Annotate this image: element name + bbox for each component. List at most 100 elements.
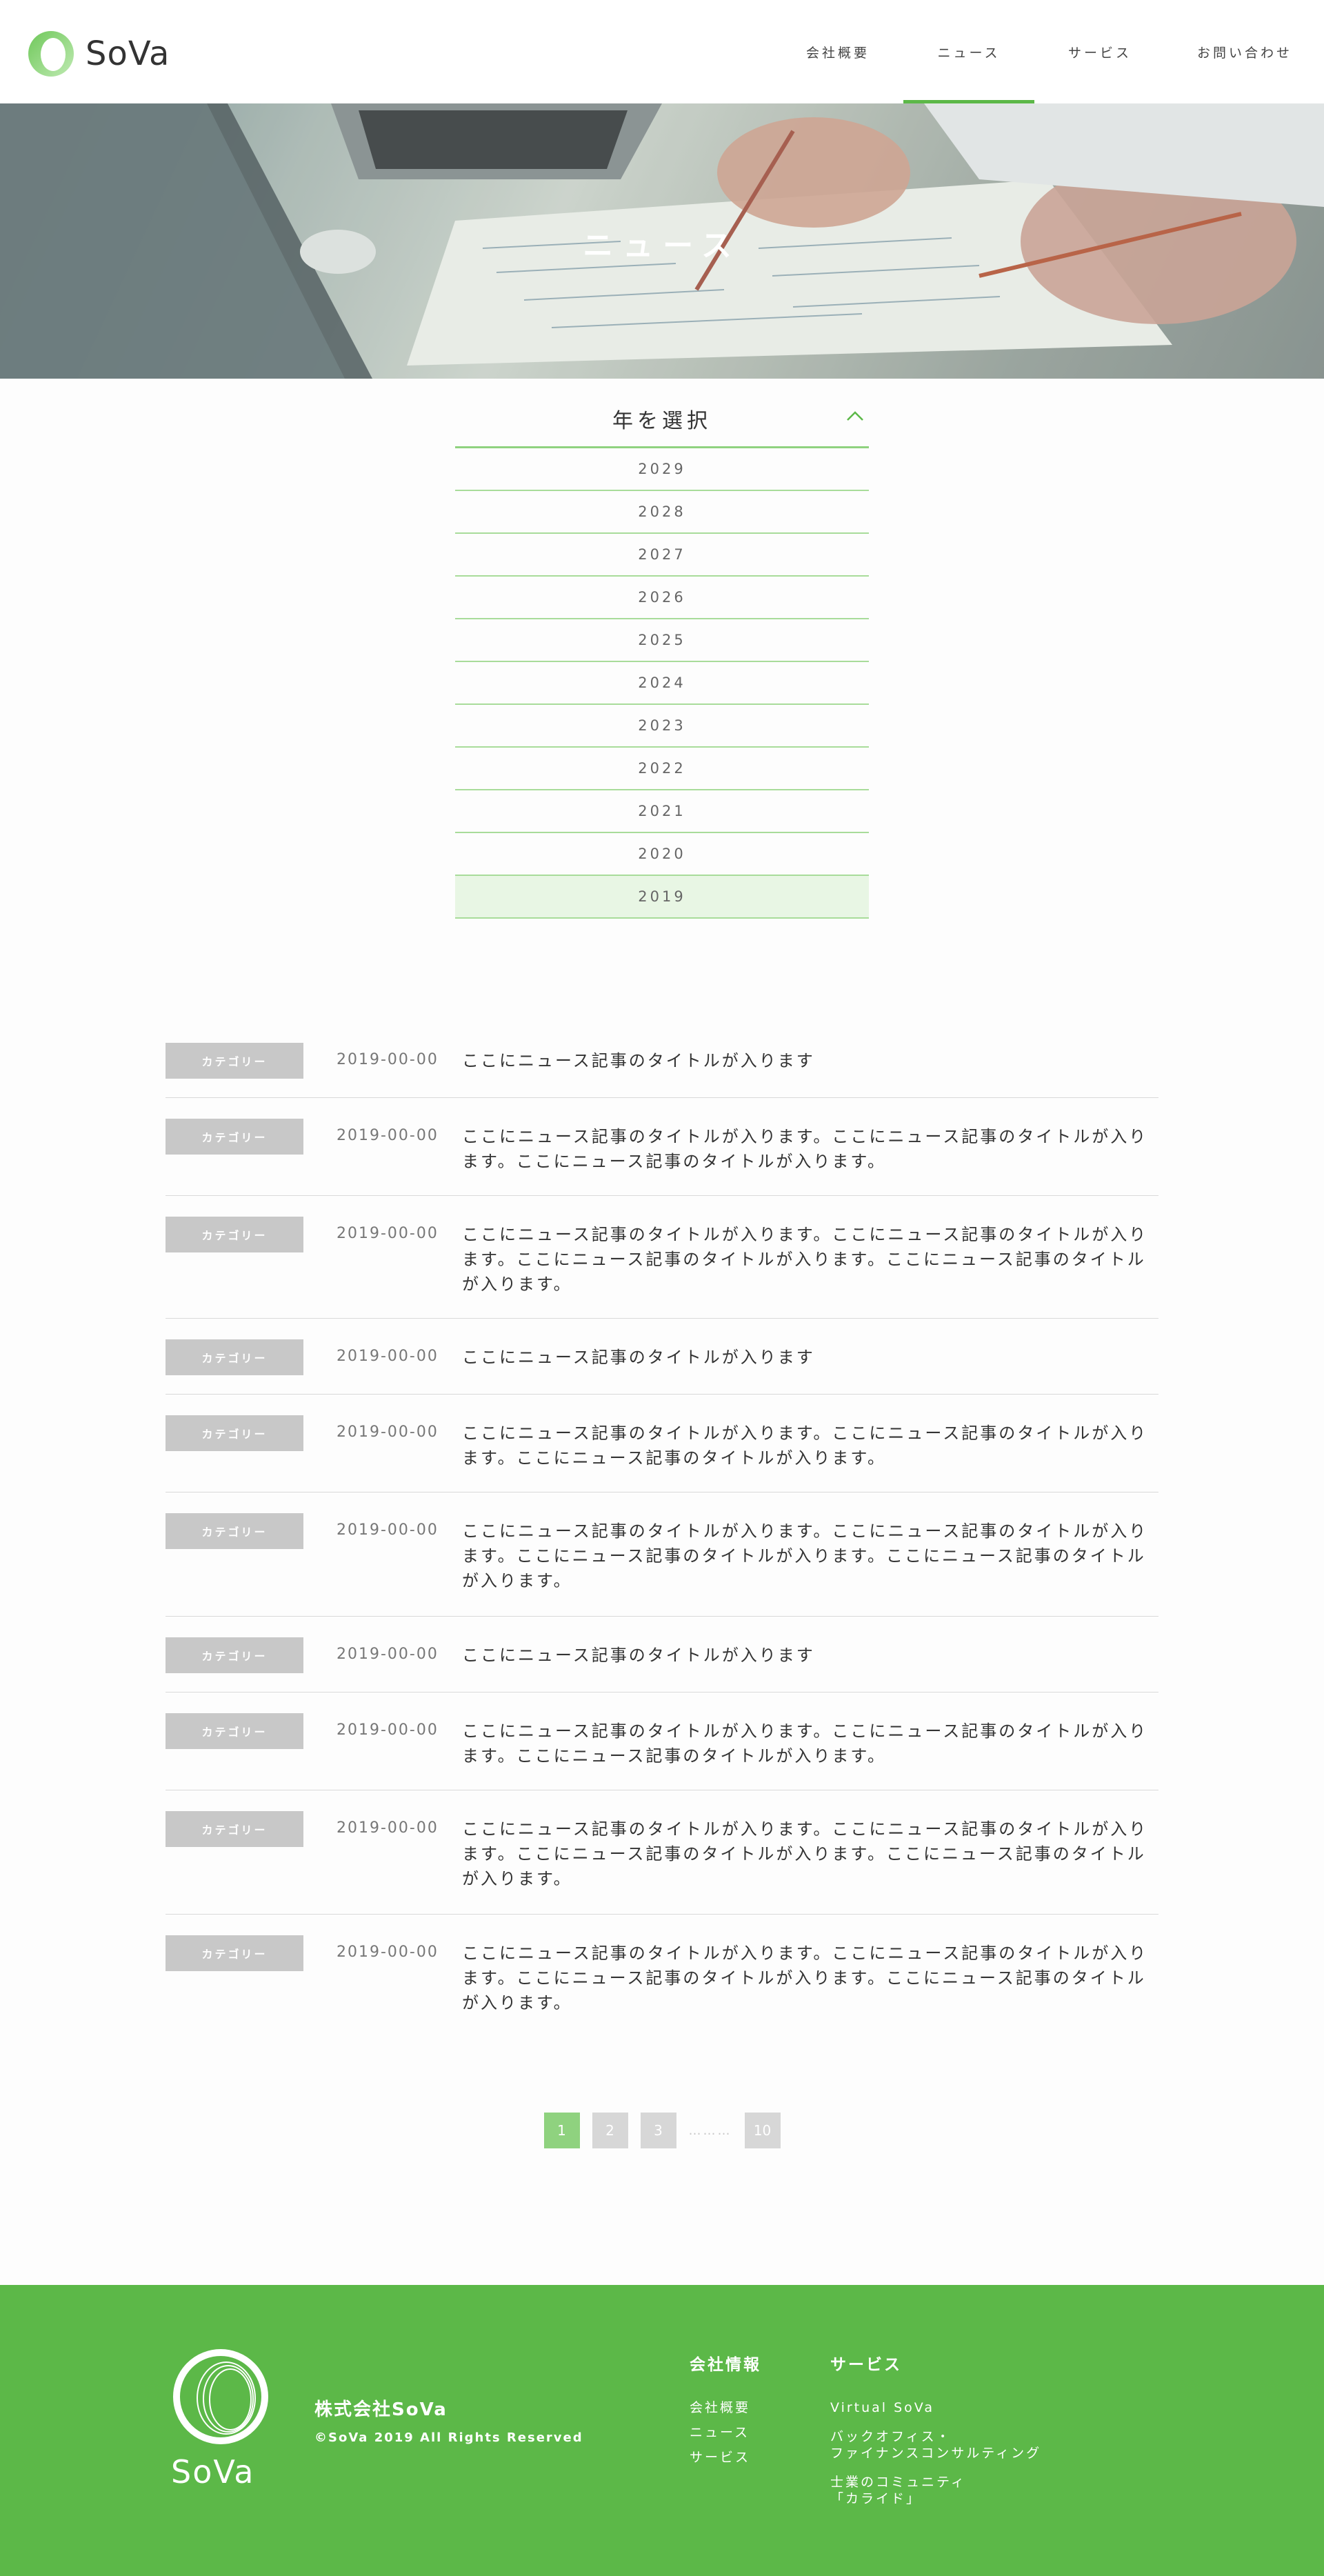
news-item[interactable]: カテゴリー 2019-00-00 ここにニュース記事のタイトルが入ります。ここに…	[166, 1492, 1158, 1617]
news-date: 2019-00-00	[337, 1721, 439, 1739]
news-item[interactable]: カテゴリー 2019-00-00 ここにニュース記事のタイトルが入ります	[166, 1319, 1158, 1395]
news-title[interactable]: ここにニュース記事のタイトルが入ります	[462, 1048, 1152, 1073]
year-label: 2024	[638, 675, 686, 691]
year-select-toggle[interactable]: 年を選択	[455, 390, 869, 448]
pagination-ellipsis: ………	[688, 2123, 732, 2138]
logo-text: SoVa	[86, 34, 170, 73]
year-option-2029[interactable]: 2029	[455, 448, 869, 491]
pagination: 1 2 3 ……… 10	[0, 2113, 1324, 2148]
site-header: SoVa 会社概要 ニュース サービス お問い合わせ	[0, 0, 1324, 103]
category-badge: カテゴリー	[166, 1935, 303, 1971]
news-title[interactable]: ここにニュース記事のタイトルが入ります。ここにニュース記事のタイトルが入ります。…	[462, 1222, 1152, 1297]
year-option-2021[interactable]: 2021	[455, 790, 869, 833]
nav-item-news[interactable]: ニュース	[903, 0, 1034, 103]
category-badge: カテゴリー	[166, 1415, 303, 1451]
news-date: 2019-00-00	[337, 1819, 439, 1837]
year-option-2024[interactable]: 2024	[455, 662, 869, 705]
chevron-up-icon	[847, 411, 863, 421]
news-date: 2019-00-00	[337, 1521, 439, 1539]
news-item[interactable]: カテゴリー 2019-00-00 ここにニュース記事のタイトルが入ります。ここに…	[166, 1915, 1158, 2039]
category-badge: カテゴリー	[166, 1637, 303, 1673]
year-label: 2020	[638, 846, 686, 862]
nav-item-company[interactable]: 会社概要	[772, 0, 903, 103]
nav-item-contact[interactable]: お問い合わせ	[1165, 0, 1324, 103]
category-badge: カテゴリー	[166, 1043, 303, 1079]
year-label: 2019	[638, 888, 686, 905]
nav-label: 会社概要	[805, 45, 870, 61]
page-button-3[interactable]: 3	[640, 2113, 676, 2148]
footer-link-news[interactable]: ニュース	[690, 2424, 761, 2441]
footer-link-virtual-sova[interactable]: Virtual SoVa	[830, 2399, 1041, 2416]
site-logo[interactable]: SoVa	[26, 29, 170, 79]
news-date: 2019-00-00	[337, 1225, 439, 1242]
news-date: 2019-00-00	[337, 1424, 439, 1441]
footer-link-kalide[interactable]: 士業のコミュニティ 「カライド」	[830, 2474, 1041, 2507]
site-footer: SoVa 株式会社SoVa ©SoVa 2019 All Rights Rese…	[0, 2285, 1324, 2576]
category-badge: カテゴリー	[166, 1513, 303, 1549]
year-label: 2027	[638, 546, 686, 563]
page-button-last[interactable]: 10	[744, 2113, 781, 2148]
news-title[interactable]: ここにニュース記事のタイトルが入ります。ここにニュース記事のタイトルが入ります。…	[462, 1519, 1152, 1593]
news-title[interactable]: ここにニュース記事のタイトルが入ります。ここにニュース記事のタイトルが入ります。…	[462, 1124, 1152, 1174]
footer-logo-mark-icon[interactable]	[166, 2347, 276, 2450]
news-item[interactable]: カテゴリー 2019-00-00 ここにニュース記事のタイトルが入ります。ここに…	[166, 1395, 1158, 1492]
year-option-2019[interactable]: 2019	[455, 876, 869, 919]
main-nav: 会社概要 ニュース サービス お問い合わせ	[772, 0, 1324, 103]
news-date: 2019-00-00	[337, 1127, 439, 1144]
news-item[interactable]: カテゴリー 2019-00-00 ここにニュース記事のタイトルが入ります。ここに…	[166, 1196, 1158, 1319]
year-select-heading: 年を選択	[612, 408, 712, 433]
year-selector: 年を選択 2029 2028 2027 2026 2025 2024 2023 …	[455, 390, 869, 919]
news-item[interactable]: カテゴリー 2019-00-00 ここにニュース記事のタイトルが入ります。ここに…	[166, 1098, 1158, 1196]
news-item[interactable]: カテゴリー 2019-00-00 ここにニュース記事のタイトルが入ります。ここに…	[166, 1790, 1158, 1915]
year-option-2022[interactable]: 2022	[455, 748, 869, 790]
year-label: 2026	[638, 589, 686, 606]
category-badge: カテゴリー	[166, 1217, 303, 1252]
news-date: 2019-00-00	[337, 1944, 439, 1961]
year-option-2028[interactable]: 2028	[455, 491, 869, 534]
year-option-2026[interactable]: 2026	[455, 577, 869, 619]
year-label: 2021	[638, 803, 686, 819]
copyright: ©SoVa 2019 All Rights Reserved	[314, 2430, 583, 2445]
news-item[interactable]: カテゴリー 2019-00-00 ここにニュース記事のタイトルが入ります	[166, 1030, 1158, 1098]
footer-company: 株式会社SoVa ©SoVa 2019 All Rights Reserved	[314, 2395, 583, 2445]
year-option-2020[interactable]: 2020	[455, 833, 869, 876]
news-date: 2019-00-00	[337, 1051, 439, 1068]
news-item[interactable]: カテゴリー 2019-00-00 ここにニュース記事のタイトルが入ります	[166, 1617, 1158, 1693]
page-hero: ニュース	[0, 103, 1324, 379]
news-item[interactable]: カテゴリー 2019-00-00 ここにニュース記事のタイトルが入ります。ここに…	[166, 1693, 1158, 1790]
news-date: 2019-00-00	[337, 1348, 439, 1365]
company-name: 株式会社SoVa	[314, 2399, 448, 2420]
category-badge: カテゴリー	[166, 1119, 303, 1155]
footer-col-heading: 会社情報	[690, 2356, 761, 2374]
footer-link-company[interactable]: 会社概要	[690, 2399, 761, 2416]
year-option-2023[interactable]: 2023	[455, 705, 869, 748]
year-label: 2025	[638, 632, 686, 648]
footer-col-heading: サービス	[830, 2356, 902, 2374]
footer-link-backoffice[interactable]: バックオフィス・ ファイナンスコンサルティング	[830, 2428, 1041, 2462]
news-list: カテゴリー 2019-00-00 ここにニュース記事のタイトルが入ります カテゴ…	[166, 1030, 1158, 2039]
nav-label: ニュース	[937, 45, 1001, 61]
logo-mark-icon	[28, 31, 74, 77]
news-title[interactable]: ここにニュース記事のタイトルが入ります。ここにニュース記事のタイトルが入ります。…	[462, 1817, 1152, 1891]
year-option-2027[interactable]: 2027	[455, 534, 869, 577]
news-title[interactable]: ここにニュース記事のタイトルが入ります	[462, 1643, 1152, 1668]
footer-col-company-info: 会社情報 会社概要 ニュース サービス	[690, 2351, 761, 2474]
news-title[interactable]: ここにニュース記事のタイトルが入ります。ここにニュース記事のタイトルが入ります。…	[462, 1421, 1152, 1470]
footer-link-service[interactable]: サービス	[690, 2449, 761, 2466]
category-badge: カテゴリー	[166, 1811, 303, 1847]
footer-col-services: サービス Virtual SoVa バックオフィス・ ファイナンスコンサルティン…	[830, 2351, 1041, 2515]
nav-label: サービス	[1067, 45, 1132, 61]
page-button-1[interactable]: 1	[543, 2113, 580, 2148]
category-badge: カテゴリー	[166, 1713, 303, 1749]
footer-logo-text: SoVa	[171, 2453, 255, 2490]
nav-item-service[interactable]: サービス	[1034, 0, 1165, 103]
page-button-2[interactable]: 2	[592, 2113, 628, 2148]
news-title[interactable]: ここにニュース記事のタイトルが入ります。ここにニュース記事のタイトルが入ります。…	[462, 1941, 1152, 2015]
category-badge: カテゴリー	[166, 1339, 303, 1375]
nav-label: お問い合わせ	[1196, 45, 1292, 61]
news-title[interactable]: ここにニュース記事のタイトルが入ります	[462, 1345, 1152, 1370]
news-title[interactable]: ここにニュース記事のタイトルが入ります。ここにニュース記事のタイトルが入ります。…	[462, 1719, 1152, 1768]
news-date: 2019-00-00	[337, 1646, 439, 1663]
year-option-2025[interactable]: 2025	[455, 619, 869, 662]
year-label: 2023	[638, 717, 686, 734]
